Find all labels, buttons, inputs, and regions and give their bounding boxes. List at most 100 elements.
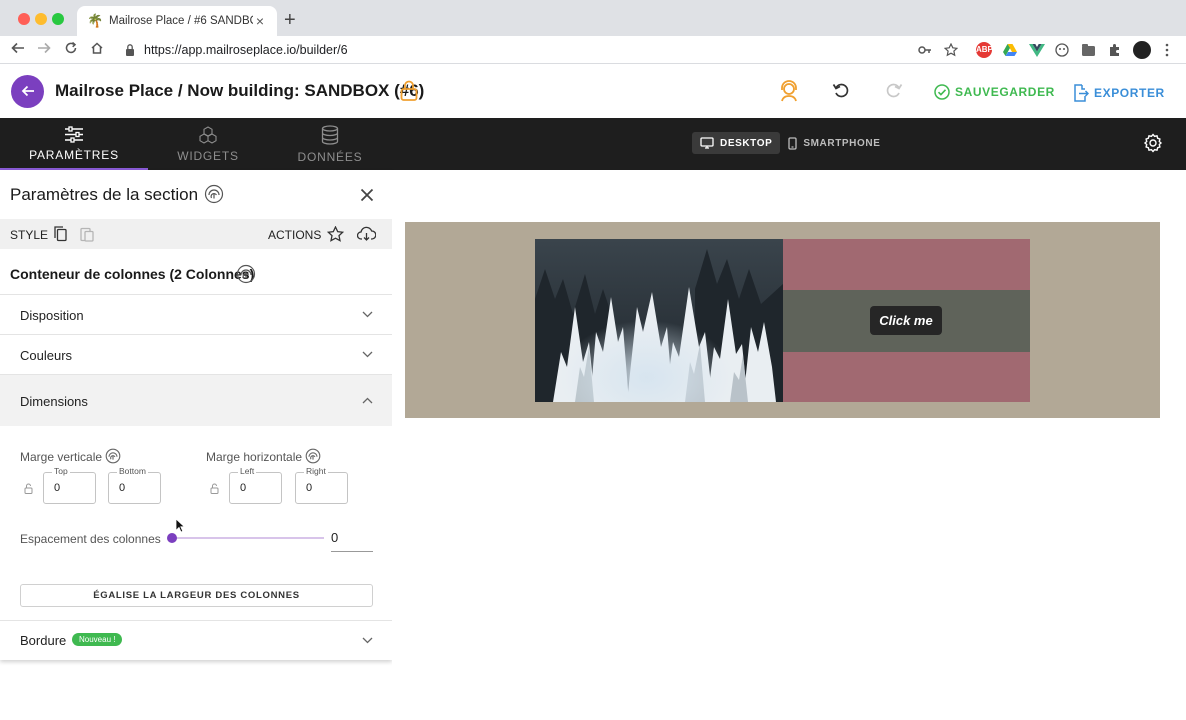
tab-label: WIDGETS	[177, 148, 239, 163]
export-label: EXPORTER	[1094, 86, 1165, 100]
accordion-label: Dimensions	[20, 394, 88, 409]
gear-icon[interactable]	[1143, 133, 1163, 153]
container-title: Conteneur de colonnes (2 Colonnes)	[10, 266, 255, 282]
back-button[interactable]	[11, 75, 44, 108]
fingerprint-icon[interactable]	[105, 448, 121, 464]
arrow-left-icon	[21, 85, 34, 97]
field-legend: Bottom	[117, 466, 148, 476]
paste-icon[interactable]	[80, 226, 94, 242]
drive-icon[interactable]	[1002, 42, 1018, 58]
margin-bottom-field[interactable]: Bottom	[108, 466, 161, 504]
browser-tab[interactable]: 🌴 Mailrose Place / #6 SANDBOX ×	[77, 6, 277, 36]
accordion-label: Bordure	[20, 633, 67, 648]
copy-icon[interactable]	[54, 226, 67, 242]
panel-title: Paramètres de la section	[10, 185, 199, 204]
database-icon	[321, 124, 339, 145]
desktop-toggle[interactable]: DESKTOP	[692, 132, 781, 154]
export-icon	[1074, 84, 1089, 102]
unlock-icon[interactable]	[210, 483, 219, 494]
url-field[interactable]: https://app.mailroseplace.io/builder/6	[144, 43, 348, 57]
horizontal-margin-label: Marge horizontale	[206, 450, 303, 464]
column-spacing-slider[interactable]	[172, 537, 324, 539]
browser-tab-bar: 🌴 Mailrose Place / #6 SANDBOX × +	[0, 0, 1186, 36]
column-spacing-label: Espacement des colonnes	[20, 532, 161, 546]
actions-label: ACTIONS	[268, 228, 322, 242]
avatar[interactable]	[1133, 41, 1151, 59]
close-icon[interactable]	[360, 188, 374, 202]
folder-extension-icon[interactable]	[1081, 43, 1096, 57]
smartphone-icon	[788, 136, 798, 150]
vue-icon[interactable]	[1029, 43, 1045, 57]
desktop-label: DESKTOP	[720, 137, 773, 149]
new-badge: Nouveau !	[72, 633, 123, 646]
circle-extension-icon[interactable]	[1055, 43, 1069, 57]
equalize-columns-button[interactable]: ÉGALISE LA LARGEUR DES COLONNES	[20, 584, 373, 607]
accordion-label: Disposition	[20, 308, 84, 323]
field-legend: Left	[238, 466, 257, 476]
lock-icon[interactable]	[400, 80, 418, 101]
builder-toolbar: PARAMÈTRES WIDGETS DONNÉES DESKTOP SMART…	[0, 118, 1186, 170]
tab-donnees[interactable]: DONNÉES	[268, 118, 392, 170]
save-button[interactable]: SAUVEGARDER	[934, 84, 1055, 100]
style-row: STYLE ACTIONS	[0, 219, 392, 249]
fingerprint-icon[interactable]	[236, 264, 256, 284]
lock-icon[interactable]	[125, 43, 135, 57]
back-arrow-icon[interactable]	[8, 40, 28, 60]
support-agent-icon[interactable]	[779, 79, 799, 103]
app-header: Mailrose Place / Now building: SANDBOX (…	[0, 65, 1186, 118]
cloud-download-icon[interactable]	[357, 226, 376, 241]
star-icon[interactable]	[944, 43, 958, 57]
puzzle-icon[interactable]	[1108, 43, 1122, 57]
save-label: SAUVEGARDER	[955, 85, 1055, 99]
new-tab-button[interactable]: +	[284, 9, 296, 31]
star-icon[interactable]	[327, 226, 344, 242]
accordion-disposition[interactable]: Disposition	[0, 294, 392, 334]
unlock-icon[interactable]	[24, 483, 33, 494]
palm-tree-icon: 🌴	[87, 13, 104, 28]
desktop-icon	[700, 137, 714, 149]
slider-handle[interactable]	[167, 533, 177, 543]
chevron-down-icon	[362, 311, 373, 318]
smartphone-toggle[interactable]: SMARTPHONE	[780, 132, 888, 154]
export-button[interactable]: EXPORTER	[1072, 84, 1165, 102]
address-bar: https://app.mailroseplace.io/builder/6 A…	[0, 36, 1186, 64]
tab-parametres[interactable]: PARAMÈTRES	[0, 118, 148, 170]
field-legend: Right	[304, 466, 328, 476]
margin-top-input[interactable]	[54, 482, 90, 494]
reload-icon[interactable]	[61, 40, 81, 60]
margin-right-input[interactable]	[306, 482, 342, 494]
margin-right-field[interactable]: Right	[295, 466, 348, 504]
page-title: Mailrose Place / Now building: SANDBOX (…	[55, 81, 425, 100]
margin-top-field[interactable]: Top	[43, 466, 96, 504]
chevron-up-icon	[362, 397, 373, 404]
key-icon[interactable]	[918, 44, 932, 56]
adblock-icon[interactable]: ABP	[976, 42, 993, 58]
window-maximize-button[interactable]	[52, 13, 64, 25]
accordion-label: Couleurs	[20, 348, 73, 363]
margin-left-input[interactable]	[240, 482, 276, 494]
accordion-couleurs[interactable]: Couleurs	[0, 334, 392, 374]
close-icon[interactable]: ×	[253, 13, 267, 29]
undo-icon[interactable]	[832, 81, 850, 99]
chevron-down-icon	[362, 637, 373, 644]
window-minimize-button[interactable]	[35, 13, 47, 25]
more-vertical-icon[interactable]	[1165, 43, 1169, 57]
window-close-button[interactable]	[18, 13, 30, 25]
margin-left-field[interactable]: Left	[229, 466, 282, 504]
column-spacing-value[interactable]: 0	[331, 530, 373, 552]
cubes-icon	[199, 125, 217, 144]
click-me-button[interactable]: Click me	[870, 306, 942, 335]
tab-widgets[interactable]: WIDGETS	[148, 118, 268, 170]
home-icon[interactable]	[87, 40, 107, 60]
field-legend: Top	[52, 466, 70, 476]
fingerprint-icon[interactable]	[204, 184, 224, 204]
accordion-dimensions[interactable]: Dimensions	[0, 374, 392, 426]
margin-bottom-input[interactable]	[119, 482, 155, 494]
fingerprint-icon[interactable]	[305, 448, 321, 464]
forest-image[interactable]	[535, 239, 783, 402]
accordion-bordure[interactable]: Bordure	[0, 620, 392, 660]
smartphone-label: SMARTPHONE	[803, 137, 881, 149]
sliders-icon	[65, 126, 83, 143]
forward-arrow-icon[interactable]	[34, 40, 54, 60]
redo-icon[interactable]	[885, 81, 903, 99]
